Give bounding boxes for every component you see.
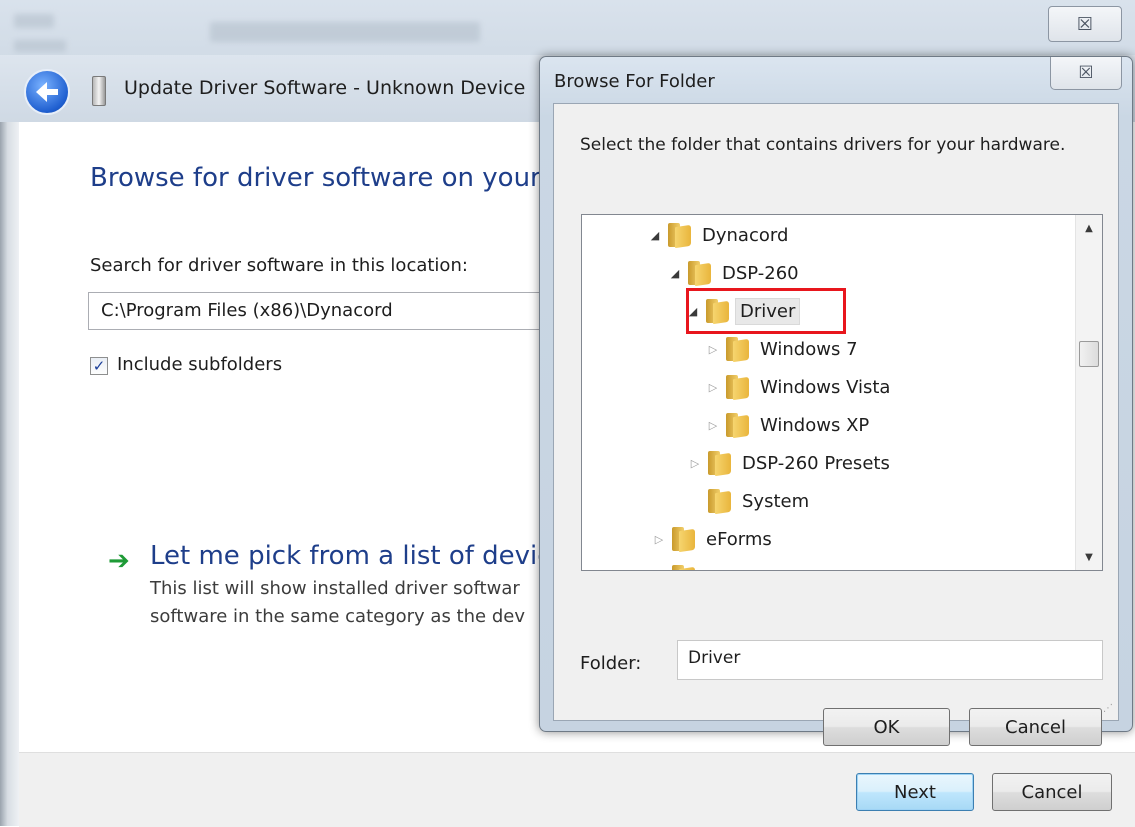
tree-item-partial (670, 560, 706, 570)
arrow-left-icon (36, 82, 58, 102)
close-icon: ☒ (1076, 13, 1094, 35)
tree-item-dynacord[interactable]: ◢ Dynacord (648, 218, 788, 252)
folder-label: Folder: (580, 653, 642, 674)
tree-item-label: Dynacord (702, 224, 789, 246)
dialog-title: Browse For Folder (554, 71, 715, 92)
folder-icon (724, 337, 750, 361)
collapsed-arrow-icon[interactable]: ▷ (706, 419, 720, 432)
search-location-label: Search for driver software in this locat… (90, 255, 468, 276)
dialog-close-button[interactable]: ☒ (1050, 57, 1122, 90)
close-icon: ☒ (1078, 63, 1094, 83)
tree-item-dsp-260-presets[interactable]: ▷ DSP-260 Presets (688, 446, 890, 480)
folder-icon (666, 223, 692, 247)
include-subfolders-checkbox[interactable]: ✓ (90, 357, 108, 375)
folder-icon (706, 489, 732, 513)
checkmark-icon: ✓ (92, 357, 106, 375)
tree-scrollbar[interactable]: ▲ ▼ (1075, 215, 1102, 570)
background-blur-item (14, 14, 54, 28)
scroll-up-arrow-icon[interactable]: ▲ (1076, 215, 1102, 241)
dialog-instruction: Select the folder that contains drivers … (580, 135, 1066, 155)
browse-heading: Browse for driver software on your (90, 163, 541, 193)
wizard-left-edge (0, 122, 19, 826)
ok-button[interactable]: OK (823, 708, 950, 746)
tree-item-eforms[interactable]: ▷ eForms (652, 522, 772, 556)
tree-item-dsp-260[interactable]: ◢ DSP-260 (668, 256, 799, 290)
next-button[interactable]: Next (856, 773, 974, 811)
folder-icon (706, 451, 732, 475)
browse-for-folder-dialog: Browse For Folder ☒ Select the folder th… (539, 56, 1133, 746)
tree-item-windows-vista[interactable]: ▷ Windows Vista (706, 370, 890, 404)
folder-input[interactable]: Driver (677, 640, 1103, 680)
scroll-down-arrow-icon[interactable]: ▼ (1076, 544, 1102, 570)
folder-icon (724, 413, 750, 437)
collapsed-arrow-icon[interactable]: ▷ (706, 381, 720, 394)
collapsed-arrow-icon[interactable]: ▷ (706, 343, 720, 356)
folder-icon (724, 375, 750, 399)
include-subfolders-label[interactable]: Include subfolders (117, 354, 282, 375)
tree-item-label: eForms (706, 528, 772, 550)
dialog-cancel-button[interactable]: Cancel (969, 708, 1102, 746)
device-icon (92, 76, 106, 106)
tree-item-label: DSP-260 (722, 262, 799, 284)
tree-item-windows-7[interactable]: ▷ Windows 7 (706, 332, 858, 366)
background-blur-item (14, 40, 66, 52)
resize-grip-icon[interactable]: ⋰ (1103, 703, 1113, 714)
folder-icon (670, 527, 696, 551)
wizard-cancel-button[interactable]: Cancel (992, 773, 1112, 811)
tree-item-label: Windows Vista (760, 376, 891, 398)
search-location-input[interactable]: C:\Program Files (x86)\Dynacord (88, 292, 558, 330)
back-button[interactable] (24, 69, 70, 115)
expanded-arrow-icon[interactable]: ◢ (668, 267, 682, 280)
dialog-client-area: Select the folder that contains drivers … (553, 103, 1119, 746)
pick-description-line: software in the same category as the dev (150, 606, 525, 627)
pick-description-line: This list will show installed driver sof… (150, 578, 520, 599)
tree-item-label: Windows XP (760, 414, 870, 436)
tree-item-label: DSP-260 Presets (742, 452, 890, 474)
tree-item-label: System (742, 490, 810, 512)
background-close-button[interactable]: ☒ (1048, 6, 1122, 42)
folder-icon (686, 261, 712, 285)
folder-tree[interactable]: ◢ Dynacord ◢ DSP-260 ◢ Driver ▷ Windows … (581, 214, 1103, 571)
pick-from-list-link[interactable]: Let me pick from a list of device (150, 541, 568, 571)
collapsed-arrow-icon[interactable]: ▷ (652, 533, 666, 546)
wizard-title: Update Driver Software - Unknown Device (124, 77, 526, 99)
tree-item-label: Windows 7 (760, 338, 858, 360)
tree-item-windows-xp[interactable]: ▷ Windows XP (706, 408, 869, 442)
collapsed-arrow-icon[interactable]: ▷ (688, 457, 702, 470)
green-arrow-icon[interactable]: ➔ (108, 546, 130, 576)
scroll-thumb[interactable] (1079, 341, 1099, 367)
background-blur-title (210, 22, 480, 42)
selection-highlight-annotation (686, 288, 846, 334)
folder-icon (670, 565, 696, 570)
tree-item-system[interactable]: System (688, 484, 809, 518)
expanded-arrow-icon[interactable]: ◢ (648, 229, 662, 242)
